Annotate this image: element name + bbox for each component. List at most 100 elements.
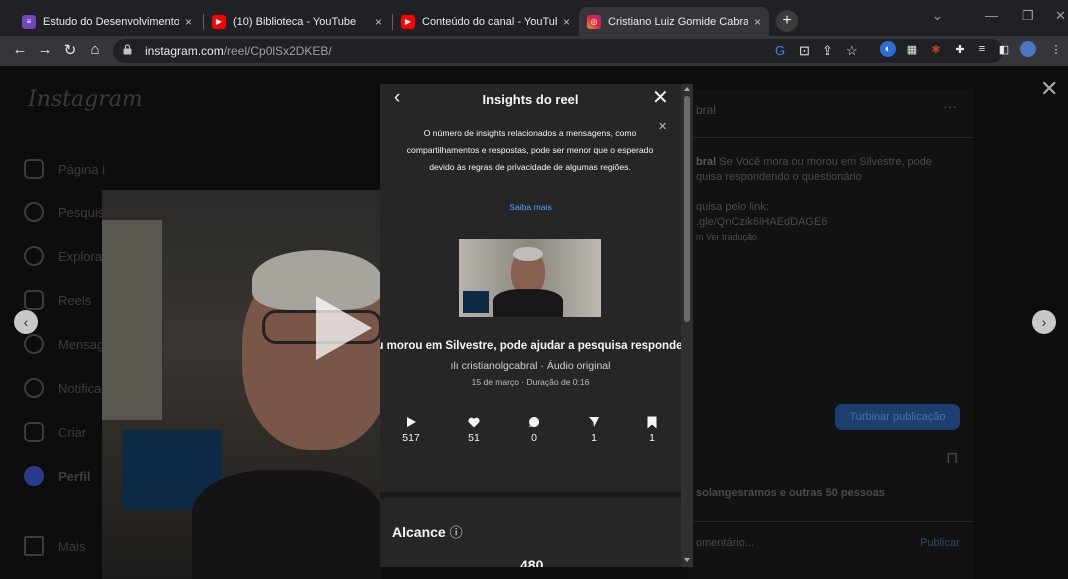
instagram-logo[interactable]: Instagram xyxy=(28,87,143,112)
sidebar-item-reels[interactable]: Reels xyxy=(24,290,91,310)
caption-line: quisa pelo link: xyxy=(696,201,769,213)
grid-extension-icon[interactable]: ▦ xyxy=(904,41,920,57)
previous-post-icon[interactable]: ‹ xyxy=(14,310,38,334)
section-divider xyxy=(380,492,681,498)
scroll-down-icon[interactable] xyxy=(684,558,690,562)
publish-button[interactable]: Publicar xyxy=(920,536,960,551)
comment-icon xyxy=(514,414,554,430)
tab-youtube-library[interactable]: ▶ (10) Biblioteca - YouTube × xyxy=(204,7,390,36)
audio-info[interactable]: ılı cristianolgcabral · Áudio original xyxy=(380,360,681,372)
audio-label: cristianolgcabral · Áudio original xyxy=(461,360,611,372)
close-post-icon[interactable]: ✕ xyxy=(1040,76,1058,102)
close-icon[interactable]: × xyxy=(375,15,382,29)
metric-shares: 1 xyxy=(574,414,614,444)
sidebar-item-messages[interactable]: Mensag xyxy=(24,334,104,354)
sheets-icon: ≡ xyxy=(22,14,36,29)
compass-icon xyxy=(24,246,44,266)
share-page-icon[interactable]: ⇪ xyxy=(822,43,833,59)
audio-wave-icon: ılı xyxy=(450,360,462,372)
back-icon[interactable]: ← xyxy=(10,41,30,58)
modal-scrollbar[interactable] xyxy=(681,84,693,567)
profile-avatar-icon[interactable] xyxy=(1020,41,1036,57)
restore-icon[interactable]: ❐ xyxy=(1022,8,1034,24)
reach-value: 480 xyxy=(520,557,544,567)
video-background-shelf xyxy=(102,220,162,420)
sidebar-item-notifications[interactable]: Notifica xyxy=(24,378,101,398)
privacy-notice: O número de insights relacionados a mens… xyxy=(406,128,654,172)
tab-sheets[interactable]: ≡ Estudo do Desenvolvimento do E × xyxy=(14,7,200,36)
tab-title: Cristiano Luiz Gomide Cabral (@ xyxy=(608,15,748,28)
save-bookmark-icon[interactable]: ⊓ xyxy=(946,451,958,467)
extension-red-icon[interactable]: ✱ xyxy=(928,41,944,57)
reel-thumbnail xyxy=(459,239,601,317)
address-bar[interactable]: instagram.com/reel/Cp0lSx2DKEB/ G ⊡ ⇪ ☆ xyxy=(113,39,1003,63)
scroll-up-icon[interactable] xyxy=(684,87,690,91)
modal-title: Insights do reel xyxy=(482,92,579,107)
likes-summary[interactable]: solangesramos e outras 50 pessoas xyxy=(696,486,885,501)
heart-icon xyxy=(454,414,494,430)
minimize-icon[interactable]: — xyxy=(985,8,998,23)
metric-value: 517 xyxy=(402,432,420,444)
post-author[interactable]: bral xyxy=(696,103,716,118)
more-options-icon[interactable]: ··· xyxy=(943,99,957,114)
sidebar-item-label: Explorar xyxy=(58,248,107,264)
extension-icon[interactable]: ◐ xyxy=(880,41,896,57)
reach-section-title: Alcance ⓘ xyxy=(392,522,463,541)
avatar-icon xyxy=(24,466,44,486)
url-host: instagram.com xyxy=(145,44,224,58)
close-icon[interactable]: × xyxy=(754,15,761,29)
next-post-icon[interactable]: › xyxy=(1032,310,1056,334)
tab-instagram[interactable]: ◎ Cristiano Luiz Gomide Cabral (@ × xyxy=(579,7,769,36)
sidebar-item-profile[interactable]: Perfil xyxy=(24,466,91,486)
divider xyxy=(688,137,973,138)
boost-post-button[interactable]: Turbinar publicação xyxy=(835,404,960,430)
play-icon[interactable] xyxy=(316,296,372,360)
caption-link[interactable]: .gle/QnCzik6iHAEdDAGE6 xyxy=(696,216,827,228)
chevron-down-icon[interactable]: ⌄ xyxy=(932,8,943,24)
tab-title: Estudo do Desenvolvimento do E xyxy=(43,15,179,28)
bookmark-star-icon[interactable]: ☆ xyxy=(846,43,858,59)
metric-plays: 517 xyxy=(391,414,431,444)
sidebar-item-more[interactable]: Mais xyxy=(24,536,85,556)
sidebar-item-create[interactable]: Criar xyxy=(24,422,86,442)
sidebar-item-label: Notifica xyxy=(58,380,102,396)
close-icon[interactable]: × xyxy=(563,15,570,29)
sidebar-item-search[interactable]: Pesquisa xyxy=(24,202,111,222)
metric-likes: 51 xyxy=(454,414,494,444)
sidebar-item-label: Página i xyxy=(58,161,105,177)
reel-caption: u morou em Silvestre, pode ajudar a pesq… xyxy=(380,340,681,352)
metric-saves: 1 xyxy=(632,414,672,444)
browser-tab-strip: ≡ Estudo do Desenvolvimento do E × ▶ (10… xyxy=(0,0,1068,36)
close-icon[interactable]: × xyxy=(185,15,192,29)
translate-link[interactable]: m Ver tradução xyxy=(696,232,757,242)
dismiss-notice-icon[interactable]: ✕ xyxy=(658,120,667,133)
kebab-menu-icon[interactable]: ⋮ xyxy=(1048,41,1064,57)
comment-input[interactable]: omentário... xyxy=(696,536,754,551)
thumbnail-body xyxy=(493,289,563,317)
caption-author[interactable]: bral xyxy=(696,156,716,168)
new-tab-button[interactable]: + xyxy=(776,10,798,32)
post-details-panel: bral ··· bral Se Você mora ou morou em S… xyxy=(688,89,973,579)
sidebar-item-explore[interactable]: Explorar xyxy=(24,246,106,266)
sidebar-item-home[interactable]: Página i xyxy=(24,159,105,179)
metric-value: 1 xyxy=(649,432,655,444)
install-icon[interactable]: ⊡ xyxy=(799,43,810,59)
menu-icon xyxy=(24,536,44,556)
reload-icon[interactable]: ↻ xyxy=(60,41,80,59)
close-icon[interactable]: ✕ xyxy=(652,85,669,110)
puzzle-icon[interactable]: ✚ xyxy=(952,41,968,57)
learn-more-link[interactable]: Saiba mais xyxy=(380,202,681,212)
plus-square-icon xyxy=(24,422,44,442)
forward-icon[interactable]: → xyxy=(35,41,55,58)
messenger-icon xyxy=(24,334,44,354)
close-window-icon[interactable]: ✕ xyxy=(1055,8,1066,24)
tab-youtube-studio[interactable]: ▶ Conteúdo do canal - YouTube St × xyxy=(393,7,578,36)
info-icon[interactable]: ⓘ xyxy=(450,525,463,540)
reading-list-icon[interactable]: ≡ xyxy=(974,41,990,57)
reel-video[interactable] xyxy=(102,190,392,579)
url-text: instagram.com/reel/Cp0lSx2DKEB/ xyxy=(145,44,332,58)
scroll-thumb[interactable] xyxy=(684,96,690,322)
google-icon[interactable]: G xyxy=(775,43,785,58)
home-icon[interactable]: ⌂ xyxy=(85,41,105,58)
side-panel-icon[interactable]: ◧ xyxy=(996,41,1012,57)
